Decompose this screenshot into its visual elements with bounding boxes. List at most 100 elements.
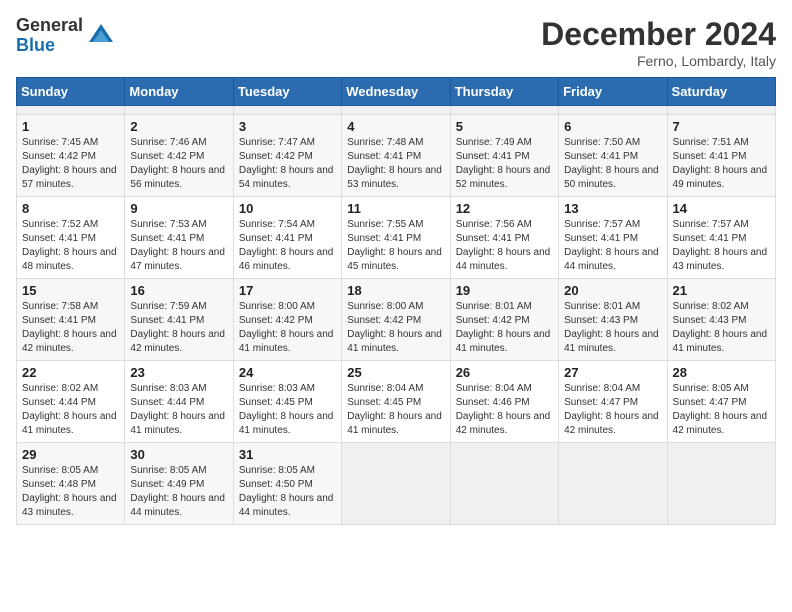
calendar-week-0	[17, 106, 776, 115]
calendar-cell: 17 Sunrise: 8:00 AMSunset: 4:42 PMDayligh…	[233, 279, 341, 361]
calendar-cell: 5 Sunrise: 7:49 AMSunset: 4:41 PMDaylight…	[450, 115, 558, 197]
day-number: 4	[347, 119, 444, 134]
cell-details: Sunrise: 8:00 AMSunset: 4:42 PMDaylight:…	[347, 300, 444, 356]
day-number: 1	[22, 119, 119, 134]
calendar-cell: 24 Sunrise: 8:03 AMSunset: 4:45 PMDayligh…	[233, 361, 341, 443]
calendar-cell	[17, 106, 125, 115]
day-number: 9	[130, 201, 227, 216]
calendar-body: 1 Sunrise: 7:45 AMSunset: 4:42 PMDaylight…	[17, 106, 776, 525]
calendar-cell: 6 Sunrise: 7:50 AMSunset: 4:41 PMDaylight…	[559, 115, 667, 197]
day-number: 30	[130, 447, 227, 462]
calendar-table: SundayMondayTuesdayWednesdayThursdayFrid…	[16, 77, 776, 525]
calendar-cell: 30Sunrise: 8:05 AMSunset: 4:49 PMDayligh…	[125, 443, 233, 525]
calendar-cell	[559, 443, 667, 525]
cell-details: Sunrise: 7:53 AMSunset: 4:41 PMDaylight:…	[130, 218, 227, 274]
calendar-cell: 21Sunrise: 8:02 AMSunset: 4:43 PMDayligh…	[667, 279, 775, 361]
logo: General Blue	[16, 16, 115, 56]
calendar-week-4: 22Sunrise: 8:02 AMSunset: 4:44 PMDayligh…	[17, 361, 776, 443]
calendar-cell	[233, 106, 341, 115]
calendar-cell: 14Sunrise: 7:57 AMSunset: 4:41 PMDayligh…	[667, 197, 775, 279]
cell-details: Sunrise: 7:58 AMSunset: 4:41 PMDaylight:…	[22, 300, 119, 356]
logo-icon	[87, 22, 115, 50]
cell-details: Sunrise: 7:46 AMSunset: 4:42 PMDaylight:…	[130, 136, 227, 192]
day-number: 24	[239, 365, 336, 380]
calendar-cell	[559, 106, 667, 115]
cell-details: Sunrise: 7:51 AMSunset: 4:41 PMDaylight:…	[673, 136, 770, 192]
calendar-cell: 27 Sunrise: 8:04 AMSunset: 4:47 PMDayligh…	[559, 361, 667, 443]
header-row: SundayMondayTuesdayWednesdayThursdayFrid…	[17, 78, 776, 106]
logo-blue: Blue	[16, 36, 83, 56]
cell-details: Sunrise: 7:56 AMSunset: 4:41 PMDaylight:…	[456, 218, 553, 274]
day-number: 25	[347, 365, 444, 380]
day-number: 8	[22, 201, 119, 216]
cell-details: Sunrise: 7:57 AMSunset: 4:41 PMDaylight:…	[564, 218, 661, 274]
title-section: December 2024 Ferno, Lombardy, Italy	[541, 16, 776, 69]
day-number: 10	[239, 201, 336, 216]
cell-details: Sunrise: 7:50 AMSunset: 4:41 PMDaylight:…	[564, 136, 661, 192]
day-number: 22	[22, 365, 119, 380]
day-number: 23	[130, 365, 227, 380]
calendar-cell: 19 Sunrise: 8:01 AMSunset: 4:42 PMDayligh…	[450, 279, 558, 361]
calendar-cell: 3 Sunrise: 7:47 AMSunset: 4:42 PMDaylight…	[233, 115, 341, 197]
day-number: 13	[564, 201, 661, 216]
cell-details: Sunrise: 7:49 AMSunset: 4:41 PMDaylight:…	[456, 136, 553, 192]
day-header-wednesday: Wednesday	[342, 78, 450, 106]
calendar-cell: 29Sunrise: 8:05 AMSunset: 4:48 PMDayligh…	[17, 443, 125, 525]
calendar-cell	[342, 443, 450, 525]
calendar-cell: 13 Sunrise: 7:57 AMSunset: 4:41 PMDayligh…	[559, 197, 667, 279]
day-number: 17	[239, 283, 336, 298]
calendar-week-3: 15 Sunrise: 7:58 AMSunset: 4:41 PMDayligh…	[17, 279, 776, 361]
day-header-friday: Friday	[559, 78, 667, 106]
cell-details: Sunrise: 7:54 AMSunset: 4:41 PMDaylight:…	[239, 218, 336, 274]
cell-details: Sunrise: 8:03 AMSunset: 4:45 PMDaylight:…	[239, 382, 336, 438]
cell-details: Sunrise: 7:52 AMSunset: 4:41 PMDaylight:…	[22, 218, 119, 274]
calendar-cell: 8 Sunrise: 7:52 AMSunset: 4:41 PMDaylight…	[17, 197, 125, 279]
day-number: 16	[130, 283, 227, 298]
month-title: December 2024	[541, 16, 776, 53]
cell-details: Sunrise: 8:00 AMSunset: 4:42 PMDaylight:…	[239, 300, 336, 356]
day-number: 19	[456, 283, 553, 298]
calendar-cell: 9 Sunrise: 7:53 AMSunset: 4:41 PMDaylight…	[125, 197, 233, 279]
logo-text: General Blue	[16, 16, 83, 56]
day-number: 29	[22, 447, 119, 462]
cell-details: Sunrise: 8:03 AMSunset: 4:44 PMDaylight:…	[130, 382, 227, 438]
calendar-cell: 1 Sunrise: 7:45 AMSunset: 4:42 PMDaylight…	[17, 115, 125, 197]
cell-details: Sunrise: 7:59 AMSunset: 4:41 PMDaylight:…	[130, 300, 227, 356]
calendar-cell: 20 Sunrise: 8:01 AMSunset: 4:43 PMDayligh…	[559, 279, 667, 361]
cell-details: Sunrise: 8:01 AMSunset: 4:42 PMDaylight:…	[456, 300, 553, 356]
cell-details: Sunrise: 8:04 AMSunset: 4:47 PMDaylight:…	[564, 382, 661, 438]
day-number: 15	[22, 283, 119, 298]
calendar-week-2: 8 Sunrise: 7:52 AMSunset: 4:41 PMDaylight…	[17, 197, 776, 279]
location-subtitle: Ferno, Lombardy, Italy	[541, 53, 776, 69]
day-number: 31	[239, 447, 336, 462]
calendar-cell	[125, 106, 233, 115]
calendar-cell: 16 Sunrise: 7:59 AMSunset: 4:41 PMDayligh…	[125, 279, 233, 361]
calendar-cell	[450, 106, 558, 115]
calendar-week-5: 29Sunrise: 8:05 AMSunset: 4:48 PMDayligh…	[17, 443, 776, 525]
calendar-cell: 23 Sunrise: 8:03 AMSunset: 4:44 PMDayligh…	[125, 361, 233, 443]
calendar-cell: 2Sunrise: 7:46 AMSunset: 4:42 PMDaylight…	[125, 115, 233, 197]
cell-details: Sunrise: 7:47 AMSunset: 4:42 PMDaylight:…	[239, 136, 336, 192]
day-number: 27	[564, 365, 661, 380]
day-number: 20	[564, 283, 661, 298]
cell-details: Sunrise: 8:02 AMSunset: 4:43 PMDaylight:…	[673, 300, 770, 356]
day-number: 3	[239, 119, 336, 134]
calendar-cell: 22Sunrise: 8:02 AMSunset: 4:44 PMDayligh…	[17, 361, 125, 443]
day-number: 6	[564, 119, 661, 134]
day-header-saturday: Saturday	[667, 78, 775, 106]
logo-general: General	[16, 16, 83, 36]
day-number: 7	[673, 119, 770, 134]
calendar-week-1: 1 Sunrise: 7:45 AMSunset: 4:42 PMDaylight…	[17, 115, 776, 197]
cell-details: Sunrise: 7:55 AMSunset: 4:41 PMDaylight:…	[347, 218, 444, 274]
calendar-cell: 15 Sunrise: 7:58 AMSunset: 4:41 PMDayligh…	[17, 279, 125, 361]
calendar-cell: 31 Sunrise: 8:05 AMSunset: 4:50 PMDayligh…	[233, 443, 341, 525]
day-number: 28	[673, 365, 770, 380]
cell-details: Sunrise: 8:05 AMSunset: 4:50 PMDaylight:…	[239, 464, 336, 520]
cell-details: Sunrise: 7:45 AMSunset: 4:42 PMDaylight:…	[22, 136, 119, 192]
day-number: 26	[456, 365, 553, 380]
cell-details: Sunrise: 8:01 AMSunset: 4:43 PMDaylight:…	[564, 300, 661, 356]
day-header-monday: Monday	[125, 78, 233, 106]
calendar-cell: 25Sunrise: 8:04 AMSunset: 4:45 PMDayligh…	[342, 361, 450, 443]
day-number: 5	[456, 119, 553, 134]
calendar-cell	[667, 443, 775, 525]
